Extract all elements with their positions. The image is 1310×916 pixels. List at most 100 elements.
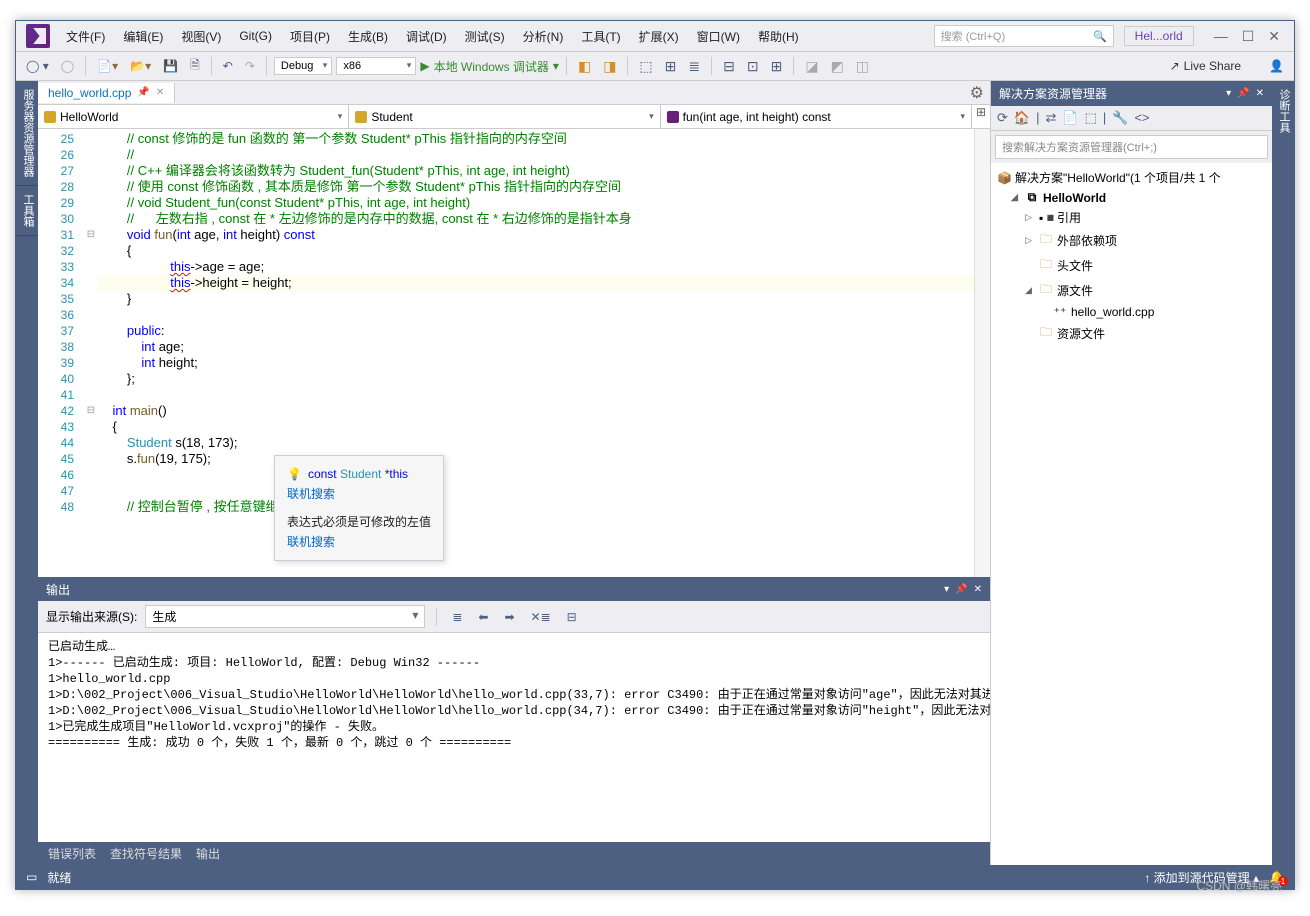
tool-icon-8[interactable]: ⊞ — [767, 56, 787, 77]
redo-button[interactable]: ↷ — [241, 57, 259, 75]
tab-find-symbol[interactable]: 查找符号结果 — [110, 845, 182, 862]
sol-view-icon[interactable]: <> — [1134, 110, 1149, 126]
output-close-icon[interactable]: ✕ — [974, 584, 982, 595]
liveshare-button[interactable]: ↗ Live Share — [1170, 59, 1241, 73]
tool-icon-7[interactable]: ⊡ — [743, 56, 763, 77]
menu-analyze[interactable]: 分析(N) — [515, 24, 572, 49]
diagnostic-tools-tab[interactable]: 诊断工具 — [1272, 81, 1294, 141]
panel-close-icon[interactable]: ✕ — [1256, 88, 1264, 99]
tool-icon-10[interactable]: ◩ — [827, 56, 848, 77]
back-button[interactable]: ◯ ▾ — [22, 57, 53, 75]
right-sidebar-tabs: 诊断工具 — [1272, 81, 1294, 865]
menu-build[interactable]: 生成(B) — [340, 24, 396, 49]
sol-refresh-icon[interactable]: ⬚ — [1085, 110, 1097, 126]
start-debug-button[interactable]: ▶本地 Windows 调试器 ▾ — [420, 58, 559, 75]
menu-extensions[interactable]: 扩展(X) — [631, 24, 687, 49]
close-button[interactable]: ✕ — [1268, 28, 1280, 45]
menu-test[interactable]: 测试(S) — [457, 24, 513, 49]
sol-sync-icon[interactable]: ⇄ — [1045, 110, 1056, 126]
tooltip-link-2[interactable]: 联机搜索 — [287, 532, 431, 552]
nav-class[interactable]: Student — [349, 105, 660, 128]
menu-file[interactable]: 文件(F) — [58, 24, 113, 49]
tool-icon-1[interactable]: ◧ — [574, 56, 595, 77]
out-btn-1[interactable]: ≣ — [448, 608, 466, 626]
tree-resources[interactable]: 🗀资源文件 — [993, 321, 1270, 346]
tooltip-link-1[interactable]: 联机搜索 — [287, 484, 431, 504]
server-explorer-tab[interactable]: 服务器资源管理器 — [16, 81, 38, 186]
feedback-icon[interactable]: 👤 — [1265, 57, 1288, 75]
scroll-indicator[interactable] — [974, 129, 990, 577]
tree-source-file[interactable]: ⁺⁺hello_world.cpp — [993, 303, 1270, 321]
output-source-combo[interactable]: 生成 — [145, 605, 425, 628]
code-editor[interactable]: 2526272829303132333435363738394041424344… — [38, 129, 990, 577]
solution-search[interactable]: 搜索解决方案资源管理器(Ctrl+;) — [995, 135, 1268, 159]
tree-solution-root[interactable]: 📦解决方案"HelloWorld"(1 个项目/共 1 个 — [993, 167, 1270, 188]
menu-tools[interactable]: 工具(T) — [573, 24, 628, 49]
tooltip-message: 表达式必须是可修改的左值 — [287, 512, 431, 532]
gear-icon[interactable]: ⚙ — [964, 83, 990, 103]
sol-prop-icon[interactable]: 🔧 — [1112, 110, 1128, 126]
nav-bar: HelloWorld Student fun(int age, int heig… — [38, 105, 990, 129]
undo-button[interactable]: ↶ — [219, 57, 237, 75]
sol-home-icon[interactable]: ⟳ — [997, 110, 1008, 126]
menu-window[interactable]: 窗口(W) — [689, 24, 748, 49]
minimize-button[interactable]: — — [1214, 28, 1228, 45]
panel-dropdown-icon[interactable]: ▾ — [1226, 88, 1231, 99]
nav-scope[interactable]: HelloWorld — [38, 105, 349, 128]
sol-showall-icon[interactable]: 📄 — [1062, 110, 1078, 126]
menu-debug[interactable]: 调试(D) — [398, 24, 455, 49]
menu-edit[interactable]: 编辑(E) — [115, 24, 171, 49]
fold-column[interactable]: ⊟⊟ — [84, 129, 98, 577]
tool-icon-5[interactable]: ≣ — [684, 56, 704, 77]
out-btn-5[interactable]: ⊟ — [563, 608, 581, 626]
tool-icon-6[interactable]: ⊟ — [719, 56, 739, 77]
status-bar: ▭ 就绪 ↑ 添加到源代码管理 ▴ 🔔1 — [16, 865, 1294, 889]
toolbox-tab[interactable]: 工具箱 — [16, 186, 38, 236]
output-dropdown-icon[interactable]: ▾ — [944, 584, 949, 595]
tree-project[interactable]: ◢⧉HelloWorld — [993, 188, 1270, 207]
output-pin-icon[interactable]: 📌 — [955, 584, 967, 595]
menu-git[interactable]: Git(G) — [231, 25, 280, 47]
sol-home2-icon[interactable]: 🏠 — [1014, 110, 1030, 126]
file-tab-active[interactable]: hello_world.cpp 📌 ✕ — [38, 83, 175, 103]
out-btn-4[interactable]: ✕≣ — [527, 608, 555, 626]
save-button[interactable]: 💾 — [159, 57, 182, 75]
tool-icon-4[interactable]: ⊞ — [661, 56, 681, 77]
maximize-button[interactable]: ☐ — [1242, 28, 1255, 45]
tab-error-list[interactable]: 错误列表 — [48, 845, 96, 862]
tab-output[interactable]: 输出 — [196, 845, 220, 862]
tool-icon-9[interactable]: ◪ — [801, 56, 822, 77]
status-icon: ▭ — [26, 870, 37, 884]
pin-icon[interactable]: 📌 — [137, 87, 149, 98]
close-tab-icon[interactable]: ✕ — [156, 87, 164, 98]
tool-icon-11[interactable]: ◫ — [852, 56, 873, 77]
solution-tree[interactable]: 📦解决方案"HelloWorld"(1 个项目/共 1 个 ◢⧉HelloWor… — [991, 163, 1272, 865]
config-combo[interactable]: Debug — [274, 57, 332, 75]
tree-sources[interactable]: ◢🗀源文件 — [993, 278, 1270, 303]
status-ready: 就绪 — [47, 869, 71, 886]
tree-external[interactable]: ▷🗀外部依赖项 — [993, 228, 1270, 253]
search-input[interactable]: 搜索 (Ctrl+Q) 🔍 — [934, 25, 1114, 47]
save-all-button[interactable]: 🗎 — [186, 54, 204, 79]
menu-help[interactable]: 帮助(H) — [750, 24, 807, 49]
platform-combo[interactable]: x86 — [336, 57, 416, 75]
forward-button[interactable]: ◯ — [57, 57, 78, 75]
tree-references[interactable]: ▷▪◾引用 — [993, 207, 1270, 228]
tool-icon-2[interactable]: ◨ — [599, 56, 620, 77]
panel-pin-icon[interactable]: 📌 — [1237, 88, 1249, 99]
menu-project[interactable]: 项目(P) — [282, 24, 338, 49]
nav-func[interactable]: fun(int age, int height) const — [661, 105, 972, 128]
open-button[interactable]: 📂▾ — [126, 57, 155, 75]
solution-toolbar: ⟳ 🏠 | ⇄ 📄 ⬚ | 🔧 <> — [991, 106, 1272, 131]
main-toolbar: ◯ ▾ ◯ 📄▾ 📂▾ 💾 🗎 ↶ ↷ Debug x86 ▶本地 Window… — [16, 51, 1294, 81]
new-file-button[interactable]: 📄▾ — [93, 57, 122, 75]
menu-view[interactable]: 视图(V) — [173, 24, 229, 49]
bulb-icon[interactable]: 💡 — [287, 464, 302, 484]
editor-tabs: hello_world.cpp 📌 ✕ ⚙ — [38, 81, 990, 105]
out-btn-3[interactable]: ➡ — [500, 608, 518, 626]
output-text[interactable]: 已启动生成… 1>------ 已启动生成: 项目: HelloWorld, 配… — [38, 633, 990, 842]
out-btn-2[interactable]: ⬅ — [474, 608, 492, 626]
split-icon[interactable]: ⊞ — [972, 105, 990, 128]
tree-headers[interactable]: 🗀头文件 — [993, 253, 1270, 278]
tool-icon-3[interactable]: ⬚ — [635, 56, 656, 77]
